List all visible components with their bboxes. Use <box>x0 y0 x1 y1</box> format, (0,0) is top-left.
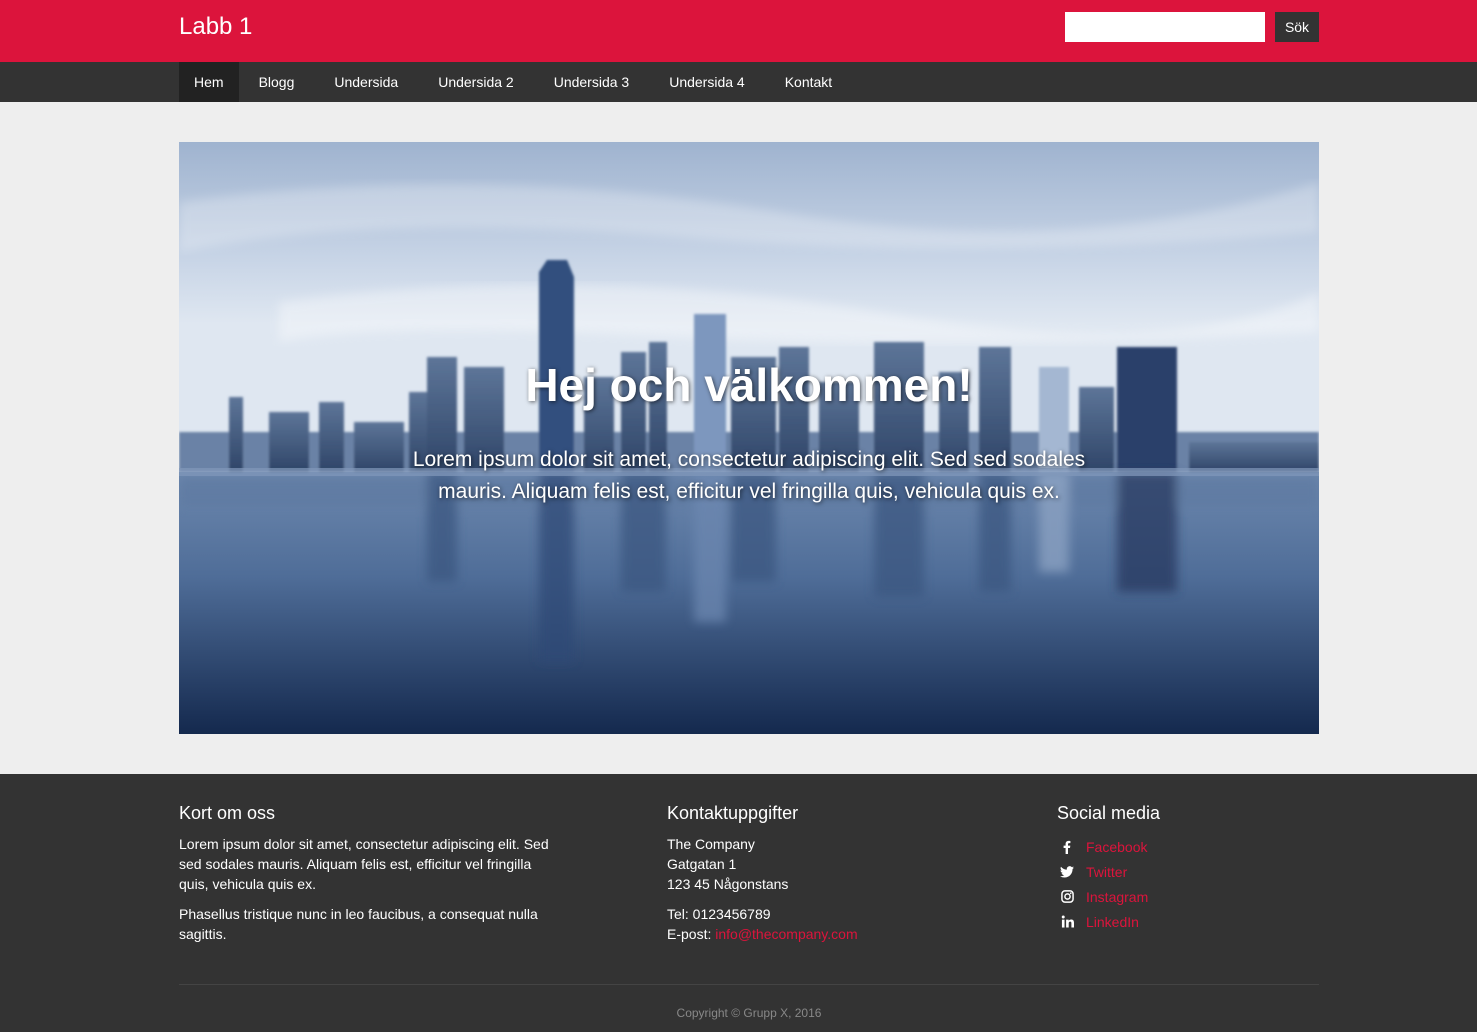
nav-item-undersida-4[interactable]: Undersida 4 <box>649 62 765 102</box>
social-item-facebook[interactable]: Facebook <box>1057 834 1319 859</box>
nav-item-undersida-2[interactable]: Undersida 2 <box>418 62 534 102</box>
nav-item-undersida[interactable]: Undersida <box>314 62 418 102</box>
contact-company: The Company <box>667 836 755 852</box>
contact-email-label: E-post: <box>667 926 716 942</box>
footer-about: Kort om oss Lorem ipsum dolor sit amet, … <box>179 802 549 944</box>
search-button[interactable]: Sök <box>1275 12 1319 42</box>
social-item-twitter[interactable]: Twitter <box>1057 859 1319 884</box>
site-footer: Kort om oss Lorem ipsum dolor sit amet, … <box>0 774 1477 1032</box>
site-title[interactable]: Labb 1 <box>179 13 252 41</box>
nav-list: Hem Blogg Undersida Undersida 2 Undersid… <box>179 62 852 102</box>
hero-text: Lorem ipsum dolor sit amet, consectetur … <box>412 448 1086 503</box>
contact-street: Gatgatan 1 <box>667 856 737 872</box>
social-list: Facebook Twitter Instagram LinkedIn <box>1057 834 1319 934</box>
footer-contact: Kontaktuppgifter The Company Gatgatan 1 … <box>667 802 967 944</box>
contact-email-link[interactable]: info@thecompany.com <box>715 926 857 942</box>
facebook-icon <box>1057 837 1077 857</box>
social-item-linkedin[interactable]: LinkedIn <box>1057 909 1319 934</box>
social-link-instagram[interactable]: Instagram <box>1086 889 1148 905</box>
nav-item-undersida-3[interactable]: Undersida 3 <box>534 62 650 102</box>
hero-city-skyline-image <box>179 142 1319 734</box>
hero-title: Hej och välkommen! <box>525 359 973 411</box>
footer-divider <box>179 984 1319 985</box>
social-item-instagram[interactable]: Instagram <box>1057 884 1319 909</box>
social-link-facebook[interactable]: Facebook <box>1086 839 1147 855</box>
footer-about-text-1: Lorem ipsum dolor sit amet, consectetur … <box>179 836 549 892</box>
search-input[interactable] <box>1065 12 1265 42</box>
hero-banner: Hej och välkommen! Lorem ipsum dolor sit… <box>179 142 1319 734</box>
footer-about-heading: Kort om oss <box>179 803 276 823</box>
contact-city: 123 45 Någonstans <box>667 876 789 892</box>
contact-phone: Tel: 0123456789 <box>667 906 771 922</box>
instagram-icon <box>1057 887 1077 907</box>
twitter-icon <box>1057 862 1077 882</box>
social-link-linkedin[interactable]: LinkedIn <box>1086 914 1139 930</box>
footer-social: Social media Facebook Twitter Instagram <box>1057 802 1319 934</box>
contact-email-line: E-post: info@thecompany.com <box>667 924 967 944</box>
top-header: Labb 1 Sök <box>0 0 1477 62</box>
copyright: Copyright © Grupp X, 2016 <box>676 1006 822 1020</box>
footer-about-text-2: Phasellus tristique nunc in leo faucibus… <box>179 906 538 942</box>
nav-item-kontakt[interactable]: Kontakt <box>765 62 852 102</box>
social-link-twitter[interactable]: Twitter <box>1086 864 1127 880</box>
footer-contact-heading: Kontaktuppgifter <box>667 803 799 823</box>
nav-item-blogg[interactable]: Blogg <box>239 62 315 102</box>
footer-social-heading: Social media <box>1057 803 1161 823</box>
main-navigation: Hem Blogg Undersida Undersida 2 Undersid… <box>0 62 1477 102</box>
nav-item-hem[interactable]: Hem <box>179 62 239 102</box>
linkedin-icon <box>1057 912 1077 932</box>
